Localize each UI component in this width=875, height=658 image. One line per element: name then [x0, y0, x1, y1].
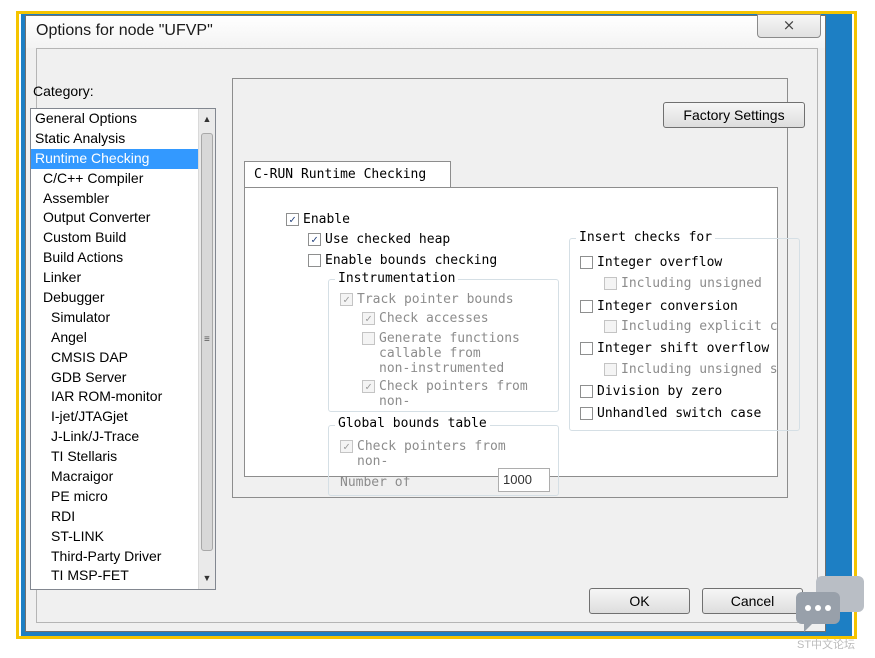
- category-item[interactable]: ST-LINK: [31, 527, 215, 547]
- division-by-zero-label: Division by zero: [597, 384, 723, 399]
- checkbox-icon: ✓: [340, 293, 353, 306]
- checkbox-icon: [308, 254, 321, 267]
- global-bounds-title: Global bounds table: [335, 416, 490, 431]
- category-item[interactable]: GDB Server: [31, 368, 215, 388]
- cancel-button[interactable]: Cancel: [702, 588, 803, 614]
- global-check-pointers-checkbox[interactable]: ✓ Check pointers from non-: [340, 439, 506, 469]
- checkbox-icon: [604, 277, 617, 290]
- category-item[interactable]: Third-Party Driver: [31, 547, 215, 567]
- including-unsigned-checkbox[interactable]: Including unsigned: [604, 276, 762, 291]
- category-item[interactable]: Simulator: [31, 308, 215, 328]
- enable-bounds-checking-label: Enable bounds checking: [325, 253, 498, 268]
- including-unsigned-shift-checkbox[interactable]: Including unsigned s: [604, 362, 794, 377]
- scroll-down-arrow-icon[interactable]: ▼: [199, 570, 215, 587]
- checkbox-icon: [580, 256, 593, 269]
- unhandled-switch-case-checkbox[interactable]: Unhandled switch case: [580, 406, 761, 421]
- category-items: General Options Static Analysis Runtime Ch…: [31, 109, 215, 586]
- checkbox-icon: ✓: [286, 213, 299, 226]
- category-item[interactable]: I-jet/JTAGjet: [31, 407, 215, 427]
- category-label: Category:: [33, 83, 94, 99]
- integer-shift-overflow-label: Integer shift overflow: [597, 341, 770, 356]
- checkbox-icon: [604, 320, 617, 333]
- category-item[interactable]: PE micro: [31, 487, 215, 507]
- checkbox-icon: ✓: [308, 233, 321, 246]
- scroll-up-arrow-icon[interactable]: ▲: [199, 111, 215, 128]
- global-check-pointers-label: Check pointers from non-: [357, 439, 506, 469]
- integer-overflow-checkbox[interactable]: Integer overflow: [580, 255, 722, 270]
- generate-functions-checkbox[interactable]: Generate functions callable from non-ins…: [362, 331, 520, 376]
- enable-checkbox[interactable]: ✓ Enable: [286, 212, 350, 227]
- including-explicit-checkbox[interactable]: Including explicit c: [604, 319, 794, 334]
- category-list[interactable]: General Options Static Analysis Runtime Ch…: [30, 108, 216, 590]
- category-item[interactable]: Static Analysis: [31, 129, 203, 149]
- category-item[interactable]: General Options: [31, 109, 203, 129]
- integer-shift-overflow-checkbox[interactable]: Integer shift overflow: [580, 341, 769, 356]
- category-item[interactable]: J-Link/J-Trace: [31, 427, 215, 447]
- check-pointers-label: Check pointers from non-: [379, 379, 528, 409]
- integer-conversion-label: Integer conversion: [597, 299, 738, 314]
- category-item[interactable]: Custom Build: [31, 228, 211, 248]
- watermark-text: ST中文论坛: [797, 639, 856, 651]
- category-item[interactable]: Output Converter: [31, 208, 211, 228]
- category-item[interactable]: TI Stellaris: [31, 447, 215, 467]
- checkbox-icon: ✓: [362, 380, 375, 393]
- integer-overflow-label: Integer overflow: [597, 255, 723, 270]
- checkbox-icon: [580, 342, 593, 355]
- category-scrollbar[interactable]: ▲ ≡ ▼: [198, 109, 215, 589]
- scrollbar-thumb[interactable]: ≡: [201, 133, 213, 551]
- instrumentation-title: Instrumentation: [335, 271, 459, 286]
- category-item[interactable]: Build Actions: [31, 248, 211, 268]
- category-item[interactable]: Assembler: [31, 189, 211, 209]
- close-icon: ⨯: [782, 17, 796, 34]
- checkbox-icon: [580, 300, 593, 313]
- category-item[interactable]: CMSIS DAP: [31, 348, 215, 368]
- track-pointer-bounds-checkbox[interactable]: ✓ Track pointer bounds: [340, 292, 514, 307]
- including-unsigned-label: Including unsigned: [621, 276, 762, 291]
- number-of-entries-input[interactable]: 1000: [498, 468, 550, 492]
- unhandled-switch-case-label: Unhandled switch case: [597, 406, 762, 421]
- checkbox-icon: ✓: [362, 312, 375, 325]
- category-item[interactable]: Debugger: [31, 288, 211, 308]
- use-checked-heap-label: Use checked heap: [325, 232, 451, 247]
- track-pointer-bounds-label: Track pointer bounds: [357, 292, 514, 307]
- category-item[interactable]: RDI: [31, 507, 215, 527]
- factory-settings-button[interactable]: Factory Settings: [663, 102, 805, 128]
- generate-functions-label: Generate functions callable from non-ins…: [379, 331, 520, 376]
- checkbox-icon: [580, 385, 593, 398]
- close-button[interactable]: ⨯: [757, 14, 821, 38]
- check-accesses-label: Check accesses: [379, 311, 489, 326]
- category-item[interactable]: IAR ROM-monitor: [31, 387, 215, 407]
- category-item[interactable]: Runtime Checking: [31, 148, 203, 169]
- tab-c-run-runtime-checking[interactable]: C-RUN Runtime Checking: [244, 161, 451, 188]
- division-by-zero-checkbox[interactable]: Division by zero: [580, 384, 722, 399]
- use-checked-heap-checkbox[interactable]: ✓ Use checked heap: [308, 232, 450, 247]
- grip-icon: ≡: [204, 334, 210, 345]
- checkbox-icon: [580, 407, 593, 420]
- category-item[interactable]: C/C++ Compiler: [31, 169, 211, 189]
- checkbox-icon: [604, 363, 617, 376]
- enable-bounds-checking-checkbox[interactable]: Enable bounds checking: [308, 253, 497, 268]
- checkbox-icon: ✓: [340, 440, 353, 453]
- window-title: Options for node "UFVP": [36, 22, 213, 39]
- checkbox-icon: [362, 332, 375, 345]
- category-item[interactable]: Macraigor: [31, 467, 215, 487]
- including-unsigned-shift-label: Including unsigned s: [621, 362, 778, 377]
- category-item[interactable]: Linker: [31, 268, 211, 288]
- check-pointers-checkbox[interactable]: ✓ Check pointers from non-: [362, 379, 528, 409]
- chat-bubble-icon: [796, 576, 864, 632]
- check-accesses-checkbox[interactable]: ✓ Check accesses: [362, 311, 489, 326]
- category-item[interactable]: TI MSP-FET: [31, 566, 215, 586]
- title-bar: Options for node "UFVP" ⨯: [26, 14, 825, 48]
- ok-button[interactable]: OK: [589, 588, 690, 614]
- insert-checks-title: Insert checks for: [576, 230, 716, 245]
- including-explicit-label: Including explicit c: [621, 319, 778, 334]
- integer-conversion-checkbox[interactable]: Integer conversion: [580, 299, 738, 314]
- number-of-label: Number of: [340, 475, 411, 490]
- enable-label: Enable: [303, 212, 350, 227]
- category-item[interactable]: Angel: [31, 328, 215, 348]
